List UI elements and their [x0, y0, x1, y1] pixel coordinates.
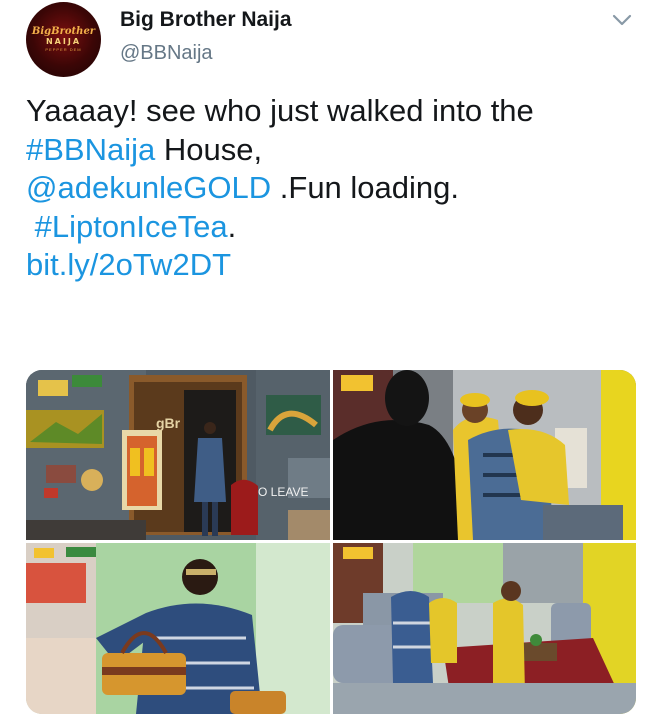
photo-bags[interactable]	[26, 543, 330, 714]
tweet-header: BigBrother NAIJA PEPPER DEM Big Brother …	[26, 2, 636, 78]
avatar[interactable]: BigBrother NAIJA PEPPER DEM	[26, 2, 101, 77]
photo-living-room[interactable]	[333, 543, 636, 714]
tweet-text: Yaaaay! see who just walked into the #BB…	[26, 92, 638, 285]
photo-hug[interactable]	[333, 370, 636, 540]
hashtag-bbnaija[interactable]: #BBNaija	[26, 132, 155, 167]
wall-sign-text: gBr	[156, 415, 181, 431]
tweet-line-5: bit.ly/2oTw2DT	[26, 246, 638, 285]
avatar-logo-line2: NAIJA	[45, 37, 82, 46]
wall-graffiti-text: O LEAVE	[258, 485, 308, 499]
avatar-logo-line1: BigBrother	[31, 26, 96, 37]
avatar-logo-line3: PEPPER DEM	[45, 47, 82, 52]
tweet-line-3: @adekunleGOLD .Fun loading.	[26, 169, 638, 208]
media-grid: gBr O LEAVE	[26, 370, 636, 714]
short-link[interactable]: bit.ly/2oTw2DT	[26, 247, 231, 282]
author-handle[interactable]: @BBNaija	[120, 42, 213, 65]
hashtag-liptonicetea[interactable]: #LiptonIceTea	[35, 209, 228, 244]
author-name[interactable]: Big Brother Naija	[120, 8, 292, 32]
tweet-line-4: #LiptonIceTea.	[26, 208, 638, 247]
mention-adekunlegold[interactable]: @adekunleGOLD	[26, 170, 271, 205]
tweet-line-1: Yaaaay! see who just walked into the	[26, 93, 534, 128]
tweet-line-4-rest: .	[227, 208, 237, 244]
photo-entrance[interactable]: gBr O LEAVE	[26, 370, 330, 540]
tweet-line-2-rest: House,	[155, 131, 263, 167]
tweet-line-3-rest: .Fun loading.	[271, 170, 460, 205]
chevron-down-icon[interactable]	[610, 8, 634, 32]
tweet-line-2: #BBNaija House,	[26, 131, 638, 170]
